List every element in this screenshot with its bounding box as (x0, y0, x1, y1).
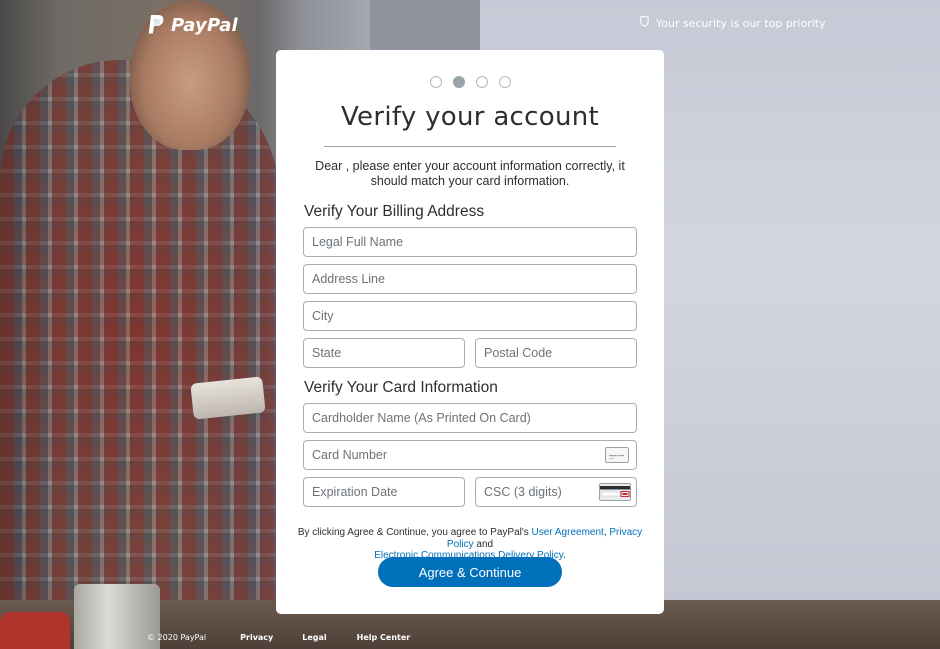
address-field[interactable] (303, 264, 637, 294)
footer: © 2020 PayPal Privacy Legal Help Center (147, 633, 410, 642)
address-input[interactable] (304, 265, 636, 293)
step-dot-1 (429, 76, 442, 88)
shield-icon (640, 16, 649, 30)
postal-code-input[interactable] (476, 339, 636, 367)
footer-help-center-link[interactable]: Help Center (357, 633, 411, 642)
city-field[interactable] (303, 301, 637, 331)
credit-card-back-icon (599, 483, 631, 501)
full-name-input[interactable] (304, 228, 636, 256)
city-input[interactable] (304, 302, 636, 330)
card-number-input[interactable] (304, 441, 636, 469)
copyright-text: © 2020 PayPal (147, 633, 207, 642)
title-divider (324, 146, 616, 147)
footer-privacy-link[interactable]: Privacy (240, 633, 273, 642)
paypal-logo: PayPal (147, 14, 238, 36)
card-info-heading: Verify Your Card Information (304, 379, 498, 396)
security-notice: Your security is our top priority (640, 16, 826, 30)
legal-prefix: By clicking Agree & Continue, you agree … (297, 527, 529, 538)
step-dot-2-active (452, 76, 465, 88)
postal-code-field[interactable] (475, 338, 637, 368)
card-number-field[interactable] (303, 440, 637, 470)
footer-legal-link[interactable]: Legal (302, 633, 326, 642)
state-field[interactable] (303, 338, 465, 368)
legal-and: and (476, 538, 494, 550)
step-dot-3 (475, 76, 488, 88)
user-agreement-link[interactable]: User Agreement (532, 527, 604, 538)
cardholder-name-input[interactable] (304, 404, 636, 432)
agree-continue-button[interactable]: Agree & Continue (378, 557, 562, 587)
intro-text: Dear , please enter your account informa… (315, 159, 625, 188)
credit-card-front-icon (605, 447, 629, 463)
expiration-date-field[interactable] (303, 477, 465, 507)
verify-account-card: Verify your account Dear , please enter … (276, 50, 664, 614)
security-text: Your security is our top priority (656, 16, 826, 30)
full-name-field[interactable] (303, 227, 637, 257)
paypal-p-icon (147, 14, 165, 36)
cardholder-name-field[interactable] (303, 403, 637, 433)
csc-field[interactable] (475, 477, 637, 507)
step-indicator (276, 76, 664, 88)
billing-heading: Verify Your Billing Address (304, 203, 485, 220)
state-input[interactable] (304, 339, 464, 367)
paypal-wordmark: PayPal (171, 14, 238, 36)
legal-comma: , (603, 527, 607, 538)
step-dot-4 (498, 76, 511, 88)
page-title: Verify your account (340, 102, 600, 132)
legal-period: . (562, 550, 566, 561)
expiration-date-input[interactable] (304, 478, 464, 506)
